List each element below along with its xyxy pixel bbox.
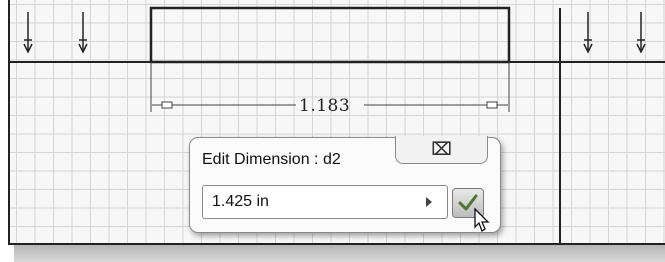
dialog-title: Edit Dimension : d2: [202, 151, 341, 168]
mouse-pointer-icon: [474, 207, 490, 232]
triangle-right-icon[interactable]: [426, 197, 432, 207]
close-icon: ⌧: [431, 139, 452, 159]
constraint-icon: [78, 12, 88, 54]
sketch-rectangle: [149, 6, 511, 64]
dimension-value-input[interactable]: 1.425 in: [202, 185, 448, 219]
dimension-value-label[interactable]: 1.183: [299, 96, 350, 116]
dimension-arrow: [161, 101, 173, 109]
close-button[interactable]: ⌧: [395, 136, 488, 164]
constraint-icon: [23, 12, 33, 54]
constraint-icon: [636, 12, 646, 54]
dimension-arrow: [486, 101, 498, 109]
dimension-value-text: 1.425 in: [212, 193, 269, 210]
edit-dimension-dialog: Edit Dimension : d2 ⌧ 1.425 in: [189, 136, 501, 233]
constraint-icon: [583, 12, 593, 54]
